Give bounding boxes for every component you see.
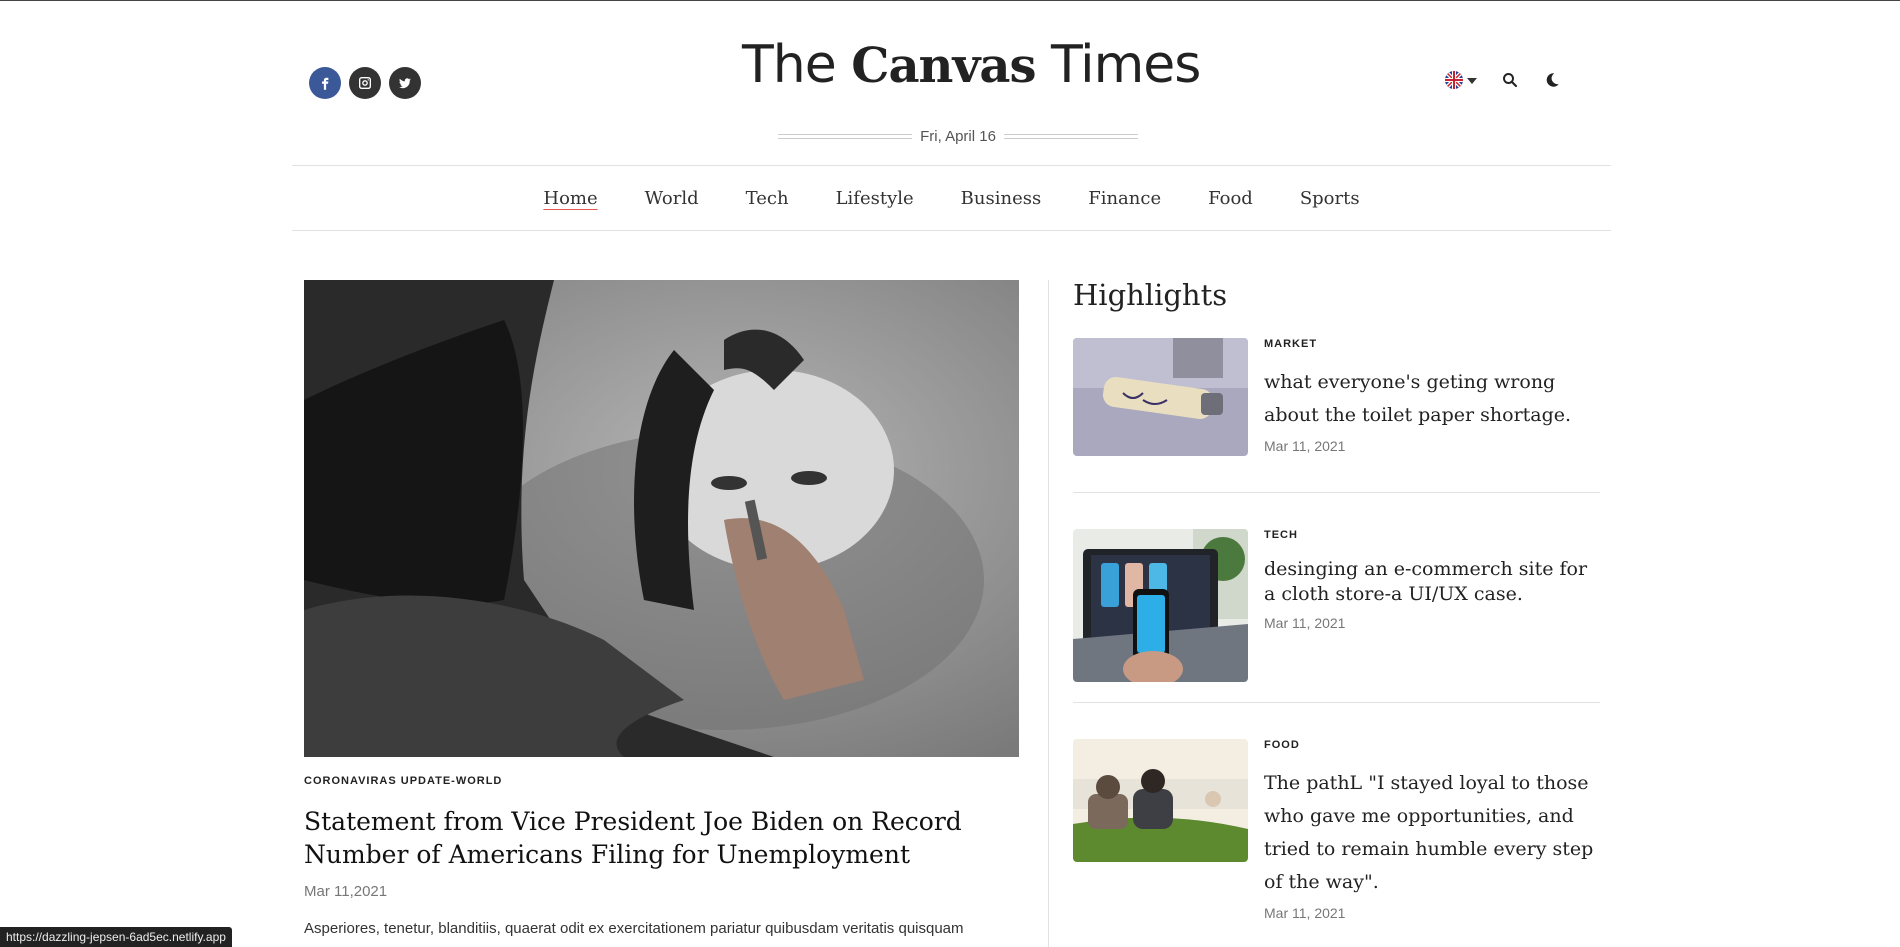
date-row: Fri, April 16 [778, 125, 1139, 147]
logo-canvas: Canvas [851, 38, 1036, 94]
featured-category[interactable]: CORONAVIRAS UPDATE-WORLD [304, 775, 1019, 787]
nav-sports[interactable]: Sports [1300, 188, 1360, 209]
header-tools [1445, 71, 1561, 89]
instagram-icon[interactable] [349, 67, 381, 99]
logo-times: Times [1051, 35, 1201, 95]
social-links [309, 67, 421, 99]
highlight-body: FOOD The pathL "I stayed loyal to those … [1264, 739, 1600, 921]
highlight-thumbnail[interactable] [1073, 739, 1248, 862]
site-logo[interactable]: The Canvas Times [742, 35, 1201, 95]
highlight-title[interactable]: what everyone's geting wrong about the t… [1264, 366, 1600, 432]
highlight-item[interactable]: FOOD The pathL "I stayed loyal to those … [1073, 703, 1600, 921]
main-nav: Home World Tech Lifestyle Business Finan… [292, 165, 1611, 231]
nav-home[interactable]: Home [543, 188, 597, 209]
column-divider [1048, 280, 1049, 947]
highlight-category[interactable]: TECH [1264, 529, 1600, 541]
language-selector[interactable] [1445, 71, 1477, 89]
highlight-category[interactable]: MARKET [1264, 338, 1600, 350]
highlights-sidebar: Highlights MARKET what everyone's geting… [1073, 278, 1600, 921]
date-rule-right [1003, 133, 1139, 139]
highlight-date: Mar 11, 2021 [1264, 615, 1346, 631]
logo-the: The [742, 35, 837, 95]
date-rule-left [778, 133, 913, 139]
nav-lifestyle[interactable]: Lifestyle [836, 188, 914, 209]
featured-image[interactable] [304, 280, 1019, 757]
highlight-date: Mar 11, 2021 [1264, 905, 1346, 921]
current-date: Fri, April 16 [920, 127, 996, 145]
featured-headline[interactable]: Statement from Vice President Joe Biden … [304, 805, 1004, 871]
highlight-title[interactable]: The pathL "I stayed loyal to those who g… [1264, 767, 1600, 899]
nav-finance[interactable]: Finance [1088, 188, 1161, 209]
nav-food[interactable]: Food [1208, 188, 1253, 209]
facebook-icon[interactable] [309, 67, 341, 99]
highlight-body: TECH desinging an e-commerch site for a … [1264, 529, 1600, 682]
nav-business[interactable]: Business [961, 188, 1042, 209]
status-bar-url: https://dazzling-jepsen-6ad5ec.netlify.a… [0, 927, 232, 947]
highlight-item[interactable]: TECH desinging an e-commerch site for a … [1073, 493, 1600, 703]
nav-tech[interactable]: Tech [746, 188, 789, 209]
highlight-title[interactable]: desinging an e-commerch site for a cloth… [1264, 557, 1600, 607]
uk-flag-icon [1445, 71, 1463, 89]
site-header: The Canvas Times Fri, April 16 [292, 1, 1611, 165]
featured-article: CORONAVIRAS UPDATE-WORLD Statement from … [304, 280, 1019, 937]
featured-date: Mar 11,2021 [304, 883, 388, 900]
highlight-body: MARKET what everyone's geting wrong abou… [1264, 338, 1600, 456]
caret-down-icon [1467, 71, 1477, 89]
featured-excerpt: Asperiores, tenetur, blanditiis, quaerat… [304, 920, 964, 937]
highlights-title: Highlights [1073, 278, 1228, 312]
highlight-thumbnail[interactable] [1073, 338, 1248, 456]
search-icon[interactable] [1501, 71, 1519, 89]
highlight-date: Mar 11, 2021 [1264, 438, 1346, 454]
highlight-item[interactable]: MARKET what everyone's geting wrong abou… [1073, 338, 1600, 493]
nav-world[interactable]: World [645, 188, 699, 209]
twitter-icon[interactable] [389, 67, 421, 99]
highlight-category[interactable]: FOOD [1264, 739, 1600, 751]
moon-icon[interactable] [1543, 71, 1561, 89]
highlight-thumbnail[interactable] [1073, 529, 1248, 682]
